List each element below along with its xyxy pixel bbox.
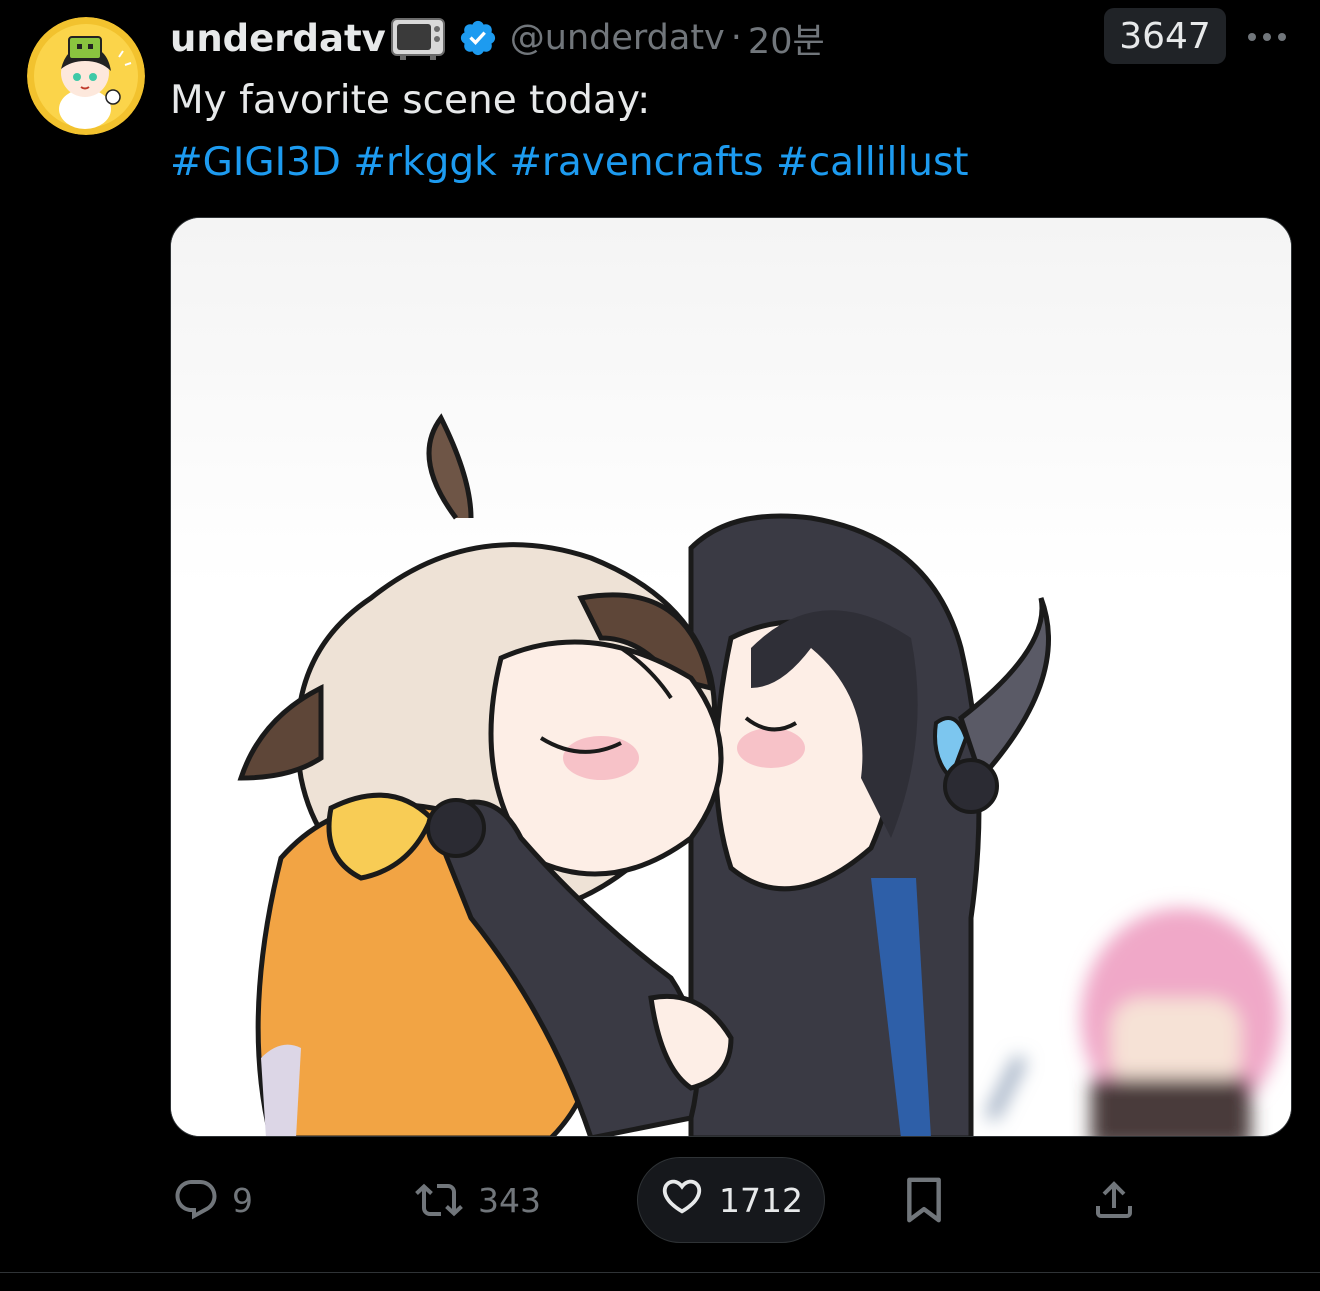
verified-badge-icon [458, 18, 498, 58]
reply-icon [172, 1176, 220, 1224]
hashtag-link[interactable]: #rkggk [353, 140, 496, 185]
share-icon [1090, 1176, 1138, 1224]
tv-icon [390, 15, 446, 61]
share-button[interactable] [1090, 1155, 1138, 1245]
avatar-image [27, 17, 145, 135]
timestamp[interactable]: 20분 [748, 13, 825, 64]
retweet-count: 343 [478, 1180, 541, 1220]
reply-button[interactable]: 9 [172, 1155, 253, 1245]
avatar[interactable] [27, 17, 145, 135]
like-button[interactable]: 1712 [637, 1157, 825, 1243]
media-image[interactable] [170, 217, 1292, 1137]
tweet-header: underdatv @underdatv · 20분 [170, 10, 825, 66]
reply-count: 9 [232, 1180, 253, 1220]
retweet-button[interactable]: 343 [412, 1155, 541, 1245]
tweet-text-line: My favorite scene today: [170, 78, 651, 123]
more-icon[interactable] [1244, 22, 1290, 52]
hashtag-link[interactable]: #callillust [776, 140, 969, 185]
hashtag-list: #GIGI3D #rkggk #ravencrafts #callillust [170, 132, 1270, 194]
like-count: 1712 [719, 1180, 803, 1220]
view-count-badge: 3647 [1104, 8, 1226, 64]
heart-icon [659, 1173, 705, 1227]
retweet-icon [412, 1176, 466, 1224]
hashtag-link[interactable]: #ravencrafts [509, 140, 763, 185]
bookmark-button[interactable] [902, 1155, 946, 1245]
tweet: underdatv @underdatv · 20분 3647 My favor… [0, 0, 1320, 1273]
bookmark-icon [902, 1175, 946, 1225]
tweet-text: My favorite scene today: #GIGI3D #rkggk … [170, 70, 1270, 194]
divider [0, 1272, 1320, 1273]
separator: · [730, 18, 742, 58]
hashtag-link[interactable]: #GIGI3D [170, 140, 341, 185]
handle[interactable]: @underdatv [510, 18, 725, 58]
display-name[interactable]: underdatv [170, 17, 386, 60]
